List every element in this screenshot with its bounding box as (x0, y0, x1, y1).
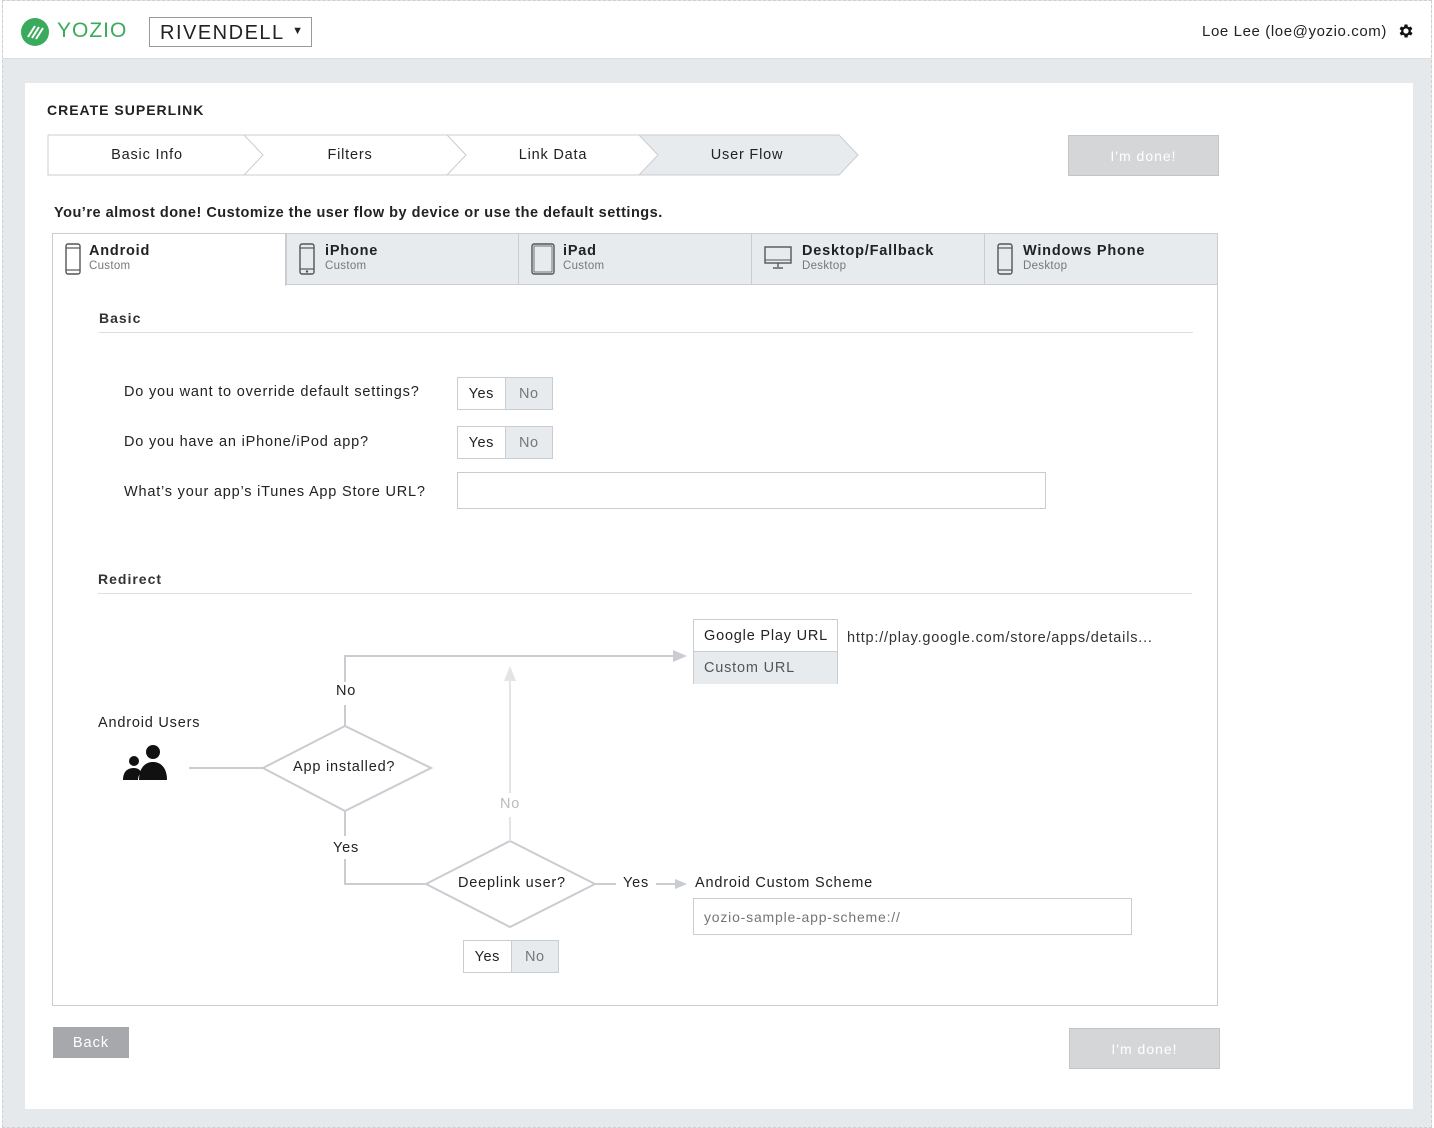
device-tabs: Android Custom iPhone Custom iPad Custom… (52, 233, 1218, 286)
android-users-label: Android Users (98, 715, 201, 731)
done-button-bottom[interactable]: I'm done! (1069, 1028, 1220, 1069)
desktop-monitor-icon (764, 246, 792, 269)
play-url-value: http://play.google.com/store/apps/detail… (847, 630, 1153, 646)
tab-desktop-sub: Desktop (802, 260, 847, 272)
back-button[interactable]: Back (53, 1027, 129, 1058)
tab-windows-phone[interactable]: Windows Phone Desktop (984, 233, 1218, 285)
tab-iphone[interactable]: iPhone Custom (286, 233, 519, 285)
tab-android[interactable]: Android Custom (52, 233, 286, 286)
deeplink-no-label: No (500, 796, 521, 812)
custom-url-option[interactable]: Custom URL (694, 652, 837, 684)
custom-scheme-label: Android Custom Scheme (695, 875, 873, 891)
store-url-options: Google Play URL Custom URL (693, 619, 838, 684)
tab-windows-sub: Desktop (1023, 260, 1068, 272)
logo-text: YOZIO (57, 19, 128, 42)
users-group-icon (123, 745, 167, 780)
organization-select[interactable]: RIVENDELL ▼ (149, 17, 312, 47)
app-window: YOZIO RIVENDELL ▼ Loe Lee (loe@yozio.com… (2, 0, 1432, 1128)
yozio-logo-icon (21, 18, 49, 46)
tab-android-name: Android (89, 243, 151, 259)
android-settings-panel: Basic Do you want to override default se… (52, 285, 1218, 1006)
gear-icon[interactable] (1397, 22, 1415, 40)
tab-ipad[interactable]: iPad Custom (518, 233, 752, 285)
windows-phone-icon (997, 243, 1013, 275)
tab-windows-name: Windows Phone (1023, 243, 1146, 259)
iphone-icon (299, 243, 315, 275)
top-bar: YOZIO RIVENDELL ▼ Loe Lee (loe@yozio.com… (3, 1, 1431, 59)
done-button-top[interactable]: I'm done! (1068, 135, 1219, 176)
app-installed-no-label: No (336, 683, 357, 699)
deeplink-toggle: Yes No (463, 940, 559, 973)
tab-desktop-fallback[interactable]: Desktop/Fallback Desktop (751, 233, 985, 285)
deeplink-no-button[interactable]: No (511, 941, 558, 972)
tab-desktop-name: Desktop/Fallback (802, 243, 935, 259)
tab-ipad-name: iPad (563, 243, 597, 259)
wizard-steps: Basic Info Filters Link Data User Flow (47, 134, 859, 176)
android-phone-icon (65, 243, 81, 275)
deeplink-yes-label: Yes (623, 875, 650, 891)
step-user-flow[interactable]: User Flow (647, 134, 847, 176)
step-filters[interactable]: Filters (250, 134, 450, 176)
app-installed-yes-label: Yes (333, 840, 360, 856)
main-card: CREATE SUPERLINK Basic Info Filters Link… (25, 83, 1413, 1109)
tab-iphone-name: iPhone (325, 243, 379, 259)
step-basic-info[interactable]: Basic Info (47, 134, 247, 176)
tab-iphone-sub: Custom (325, 260, 367, 272)
step-link-data[interactable]: Link Data (453, 134, 653, 176)
app-installed-decision: App installed? (293, 759, 396, 775)
page-title: CREATE SUPERLINK (47, 102, 205, 118)
google-play-url-option[interactable]: Google Play URL (694, 620, 837, 652)
user-account-label[interactable]: Loe Lee (loe@yozio.com) (1202, 23, 1387, 40)
caret-down-icon: ▼ (292, 25, 303, 37)
tab-android-sub: Custom (89, 260, 131, 272)
deeplink-user-decision: Deeplink user? (458, 875, 566, 891)
organization-name: RIVENDELL (160, 22, 285, 44)
intro-text: You’re almost done! Customize the user f… (54, 205, 663, 221)
ipad-icon (531, 243, 555, 275)
deeplink-yes-button[interactable]: Yes (464, 941, 512, 972)
custom-scheme-input[interactable] (693, 898, 1132, 935)
tab-ipad-sub: Custom (563, 260, 605, 272)
